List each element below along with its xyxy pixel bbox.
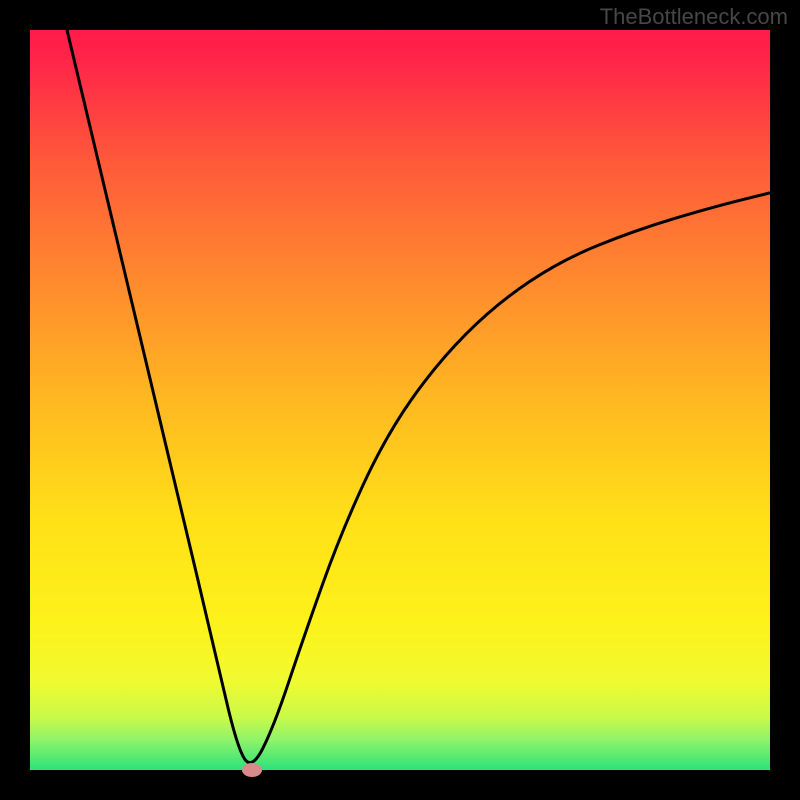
watermark-text: TheBottleneck.com xyxy=(600,4,788,30)
optimal-point-marker xyxy=(242,763,262,777)
chart-plot-area xyxy=(30,30,770,770)
bottleneck-curve xyxy=(30,30,770,770)
